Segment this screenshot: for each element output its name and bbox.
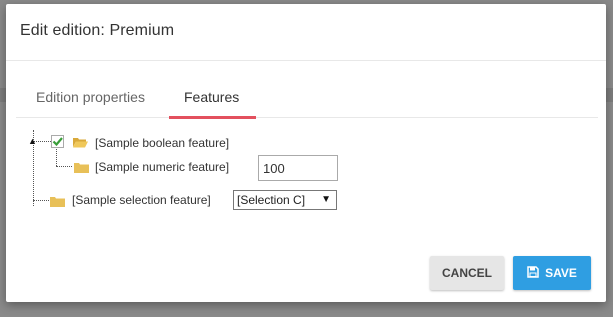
numeric-feature-input[interactable]: 100 [258, 155, 338, 181]
cancel-button[interactable]: CANCEL [430, 256, 504, 290]
folder-icon [50, 197, 65, 207]
dropdown-arrow-icon: ▼ [321, 194, 331, 205]
folder-open-icon [73, 138, 88, 148]
expand-arrow-icon[interactable]: ▲ [28, 136, 37, 146]
tree-line-sibling-h [33, 200, 49, 201]
save-icon [527, 266, 539, 279]
save-label: SAVE [545, 266, 577, 280]
edit-edition-modal: Edit edition: Premium Edition properties… [6, 4, 606, 302]
tree-node-selection-label[interactable]: [Sample selection feature] [72, 193, 211, 207]
tree-line-child-h [56, 166, 72, 167]
tree-line-child [56, 149, 57, 166]
folder-icon [74, 163, 89, 173]
selection-feature-select[interactable]: [Selection C] ▼ [233, 190, 337, 210]
save-button[interactable]: SAVE [513, 256, 591, 290]
tree-node-boolean-label[interactable]: [Sample boolean feature] [95, 136, 229, 150]
tree-node-numeric-label[interactable]: [Sample numeric feature] [95, 160, 229, 174]
selection-value: [Selection C] [237, 193, 306, 207]
checkbox-checked-icon[interactable] [51, 135, 64, 148]
features-tree: ▲ [Sample boolean feature] [Sample numer… [6, 4, 606, 254]
